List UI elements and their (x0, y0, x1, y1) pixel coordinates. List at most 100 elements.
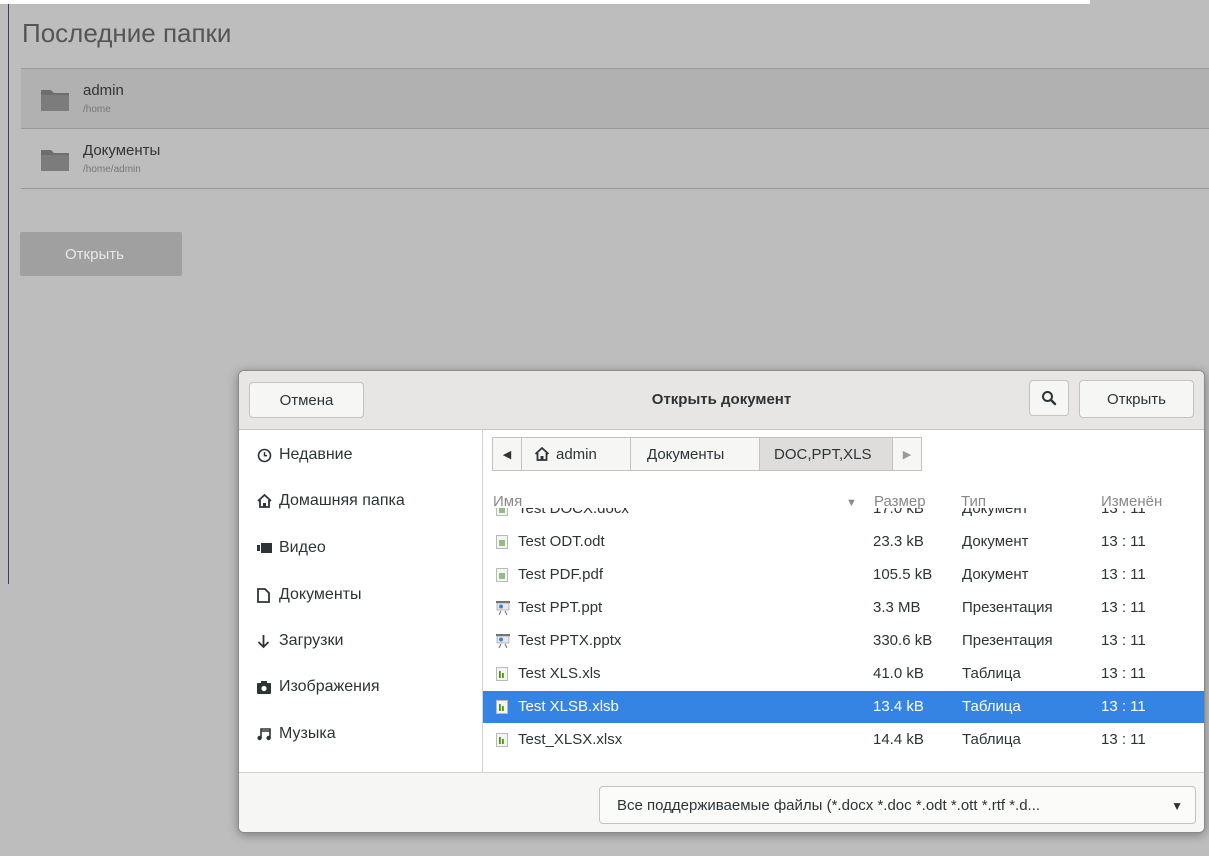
path-bar: ◀ admin Документы DOC,PPT,XLS ▶ (492, 437, 922, 473)
file-type: Презентация (962, 599, 1053, 616)
file-name: Test_XLSX.xlsx (518, 731, 623, 748)
file-modified: 13 : 11 (1101, 533, 1146, 550)
file-row[interactable]: Test XLSB.xlsb 13.4 kB Таблица 13 : 11 (483, 691, 1204, 723)
file-type: Презентация (962, 632, 1053, 649)
sidebar-item-video[interactable]: Видео (257, 539, 326, 557)
search-button[interactable] (1029, 380, 1069, 416)
dialog-header: Отмена Открыть документ Открыть (239, 371, 1204, 430)
file-type-filter[interactable]: Все поддерживаемые файлы (*.docx *.doc *… (599, 786, 1196, 824)
open-folder-button[interactable]: Открыть (20, 232, 182, 276)
right-arrow-icon: ▶ (902, 448, 912, 461)
presentation-file-icon (496, 601, 510, 616)
folder-name: admin (83, 82, 124, 99)
home-icon (534, 447, 550, 461)
file-size: 105.5 kB (873, 566, 933, 583)
file-modified: 13 : 11 (1101, 599, 1146, 616)
document-file-icon (496, 568, 508, 582)
open-document-dialog: Отмена Открыть документ Открыть Недавние… (238, 370, 1205, 833)
home-icon (257, 494, 279, 508)
file-list: Test DOCX.docx 17.0 kB Документ 13 : 11 Test… (483, 508, 1204, 772)
file-size: 23.3 kB (873, 533, 924, 550)
file-row[interactable]: Test XLS.xls 41.0 kB Таблица 13 : 11 (483, 658, 1204, 690)
path-back-button[interactable]: ◀ (492, 437, 522, 471)
window-top-edge (0, 0, 1090, 4)
sidebar-item-label: Недавние (279, 446, 353, 463)
file-size: 13.4 kB (873, 698, 924, 715)
file-type: Таблица (962, 698, 1021, 715)
file-size: 17.0 kB (873, 508, 924, 517)
file-name: Test DOCX.docx (518, 508, 629, 517)
download-icon (257, 634, 279, 649)
file-type-filter-label: Все поддерживаемые файлы (*.docx *.doc *… (617, 796, 1041, 814)
music-icon (257, 727, 279, 741)
path-segment-label: admin (556, 445, 597, 463)
file-name: Test PPTX.pptx (518, 632, 622, 649)
sidebar-item-label: Видео (279, 539, 326, 556)
file-modified: 13 : 11 (1101, 508, 1146, 517)
sidebar-item-label: Музыка (279, 725, 336, 742)
presentation-file-icon (496, 634, 510, 649)
dialog-footer: Все поддерживаемые файлы (*.docx *.doc *… (239, 772, 1204, 832)
sidebar-item-pictures[interactable]: Изображения (257, 678, 380, 696)
sidebar-item-music[interactable]: Музыка (257, 725, 336, 743)
file-name: Test XLSB.xlsb (518, 698, 619, 715)
file-size: 3.3 MB (873, 599, 921, 616)
file-modified: 13 : 11 (1101, 665, 1146, 682)
file-type: Таблица (962, 665, 1021, 682)
path-segment-documents[interactable]: Документы (630, 437, 760, 471)
recent-folders-list: admin /home Документы /home/admin (21, 68, 1209, 189)
clock-icon (257, 448, 279, 463)
file-name: Test ODT.odt (518, 533, 605, 550)
file-type: Таблица (962, 731, 1021, 748)
file-type: Документ (962, 508, 1029, 517)
open-button[interactable]: Открыть (1079, 380, 1194, 418)
window-left-edge (0, 4, 9, 584)
document-file-icon (496, 535, 508, 549)
recent-folder-admin[interactable]: admin /home (21, 68, 1209, 128)
file-name: Test XLS.xls (518, 665, 601, 682)
folder-path: /home/admin (83, 164, 141, 175)
sidebar-item-documents[interactable]: Документы (257, 586, 361, 604)
sidebar-item-label: Изображения (279, 678, 380, 695)
sidebar-item-label: Документы (279, 586, 362, 603)
sidebar-item-recent[interactable]: Недавние (257, 446, 353, 464)
sidebar-item-home[interactable]: Домашняя папка (257, 492, 405, 510)
file-row[interactable]: Test PPT.ppt 3.3 MB Презентация 13 : 11 (483, 592, 1204, 624)
file-type: Документ (962, 566, 1029, 583)
video-icon (257, 543, 279, 553)
file-row[interactable]: Test DOCX.docx 17.0 kB Документ 13 : 11 (483, 508, 1204, 525)
folder-path: /home (83, 104, 111, 115)
file-name: Test PDF.pdf (518, 566, 604, 583)
file-modified: 13 : 11 (1101, 632, 1146, 649)
path-segment-current[interactable]: DOC,PPT,XLS (759, 437, 893, 471)
recent-folder-documents[interactable]: Документы /home/admin (21, 128, 1209, 189)
cancel-button[interactable]: Отмена (249, 382, 364, 418)
file-name: Test PPT.ppt (518, 599, 603, 616)
document-file-icon (496, 508, 508, 516)
spreadsheet-file-icon (496, 733, 508, 747)
path-forward-button[interactable]: ▶ (892, 437, 922, 471)
file-size: 14.4 kB (873, 731, 924, 748)
spreadsheet-file-icon (496, 700, 508, 714)
camera-icon (257, 680, 279, 694)
document-icon (257, 587, 279, 603)
file-size: 41.0 kB (873, 665, 924, 682)
folder-icon (41, 150, 69, 171)
spreadsheet-file-icon (496, 667, 508, 681)
folder-icon (41, 90, 69, 111)
file-type: Документ (962, 533, 1029, 550)
file-row[interactable]: Test_XLSX.xlsx 14.4 kB Таблица 13 : 11 (483, 724, 1204, 756)
path-segment-home[interactable]: admin (521, 437, 631, 471)
file-row[interactable]: Test PPTX.pptx 330.6 kB Презентация 13 : 11 (483, 625, 1204, 657)
places-sidebar: Недавние Домашняя папка Видео Документы … (239, 430, 483, 772)
recent-folders-title: Последние папки (22, 18, 232, 48)
sidebar-item-label: Домашняя папка (279, 492, 405, 509)
file-row[interactable]: Test PDF.pdf 105.5 kB Документ 13 : 11 (483, 559, 1204, 591)
left-arrow-icon: ◀ (502, 448, 512, 461)
sidebar-item-downloads[interactable]: Загрузки (257, 632, 343, 650)
folder-name: Документы (83, 142, 161, 159)
file-modified: 13 : 11 (1101, 698, 1146, 715)
file-row[interactable]: Test ODT.odt 23.3 kB Документ 13 : 11 (483, 526, 1204, 558)
dropdown-arrow-icon: ▼ (1171, 799, 1183, 813)
file-modified: 13 : 11 (1101, 566, 1146, 583)
